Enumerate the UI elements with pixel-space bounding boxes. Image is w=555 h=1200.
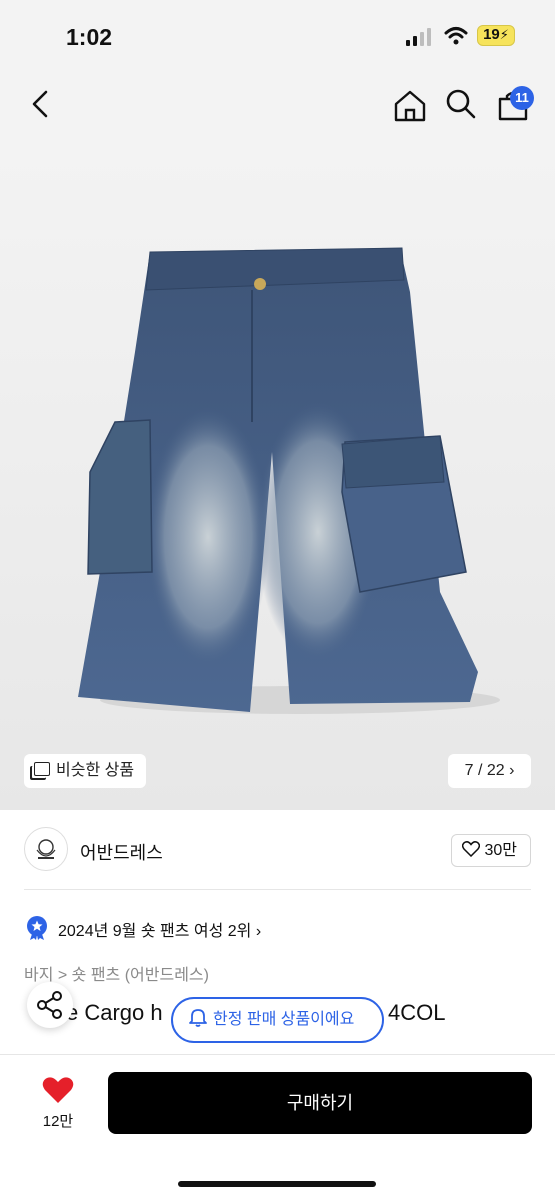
limited-sale-label: 한정 판매 상품이에요 bbox=[213, 1011, 355, 1028]
back-icon[interactable] bbox=[22, 84, 62, 124]
image-pager[interactable]: 7 / 22 › bbox=[448, 754, 531, 788]
charging-icon: ⚡ bbox=[499, 27, 509, 42]
cart-count-badge: 11 bbox=[510, 86, 534, 110]
battery-indicator: 19⚡ bbox=[477, 25, 515, 46]
chevron-right-icon: › bbox=[509, 762, 515, 779]
wish-count: 12만 bbox=[42, 1113, 74, 1130]
home-indicator bbox=[178, 1181, 376, 1187]
share-icon bbox=[37, 991, 62, 1019]
chevron-right-icon: › bbox=[255, 923, 262, 940]
similar-products-button[interactable]: 비슷한 상품 bbox=[24, 754, 147, 788]
battery-level: 19 bbox=[483, 26, 500, 43]
bell-icon bbox=[189, 1002, 207, 1044]
ranking-link[interactable]: 2024년 9월 숏 팬츠 여성 2위 › bbox=[58, 917, 261, 941]
home-icon[interactable] bbox=[390, 86, 430, 126]
ranking-medal-icon bbox=[27, 916, 47, 940]
divider bbox=[24, 889, 531, 890]
brand-like-count: 30만 bbox=[484, 842, 517, 859]
brand-like-button[interactable]: 30만 bbox=[451, 834, 531, 867]
brand-name[interactable]: 어반드레스 bbox=[80, 839, 163, 865]
copy-icon bbox=[34, 762, 50, 776]
heart-filled-icon[interactable] bbox=[42, 1076, 74, 1104]
ranking-text: 2024년 9월 숏 팬츠 여성 2위 bbox=[58, 923, 252, 940]
cellular-signal-icon bbox=[406, 28, 431, 46]
heart-outline-icon bbox=[461, 835, 481, 866]
brand-logo[interactable] bbox=[24, 827, 68, 871]
image-pager-text: 7 / 22 bbox=[464, 762, 505, 779]
search-icon[interactable] bbox=[441, 84, 481, 124]
share-button[interactable] bbox=[27, 982, 73, 1028]
product-title-left: e Cargo h bbox=[66, 1000, 163, 1025]
product-title-right: 4COL bbox=[388, 1000, 446, 1025]
brand-emblem-icon bbox=[36, 839, 56, 859]
denim-cargo-shorts-image bbox=[78, 247, 500, 714]
wifi-icon bbox=[444, 27, 468, 45]
product-image[interactable] bbox=[0, 152, 555, 810]
buy-button[interactable]: 구매하기 bbox=[108, 1072, 532, 1134]
similar-products-label: 비슷한 상품 bbox=[56, 762, 135, 779]
limited-sale-notice[interactable]: 한정 판매 상품이에요 bbox=[171, 997, 384, 1043]
status-time: 1:02 bbox=[66, 24, 113, 50]
